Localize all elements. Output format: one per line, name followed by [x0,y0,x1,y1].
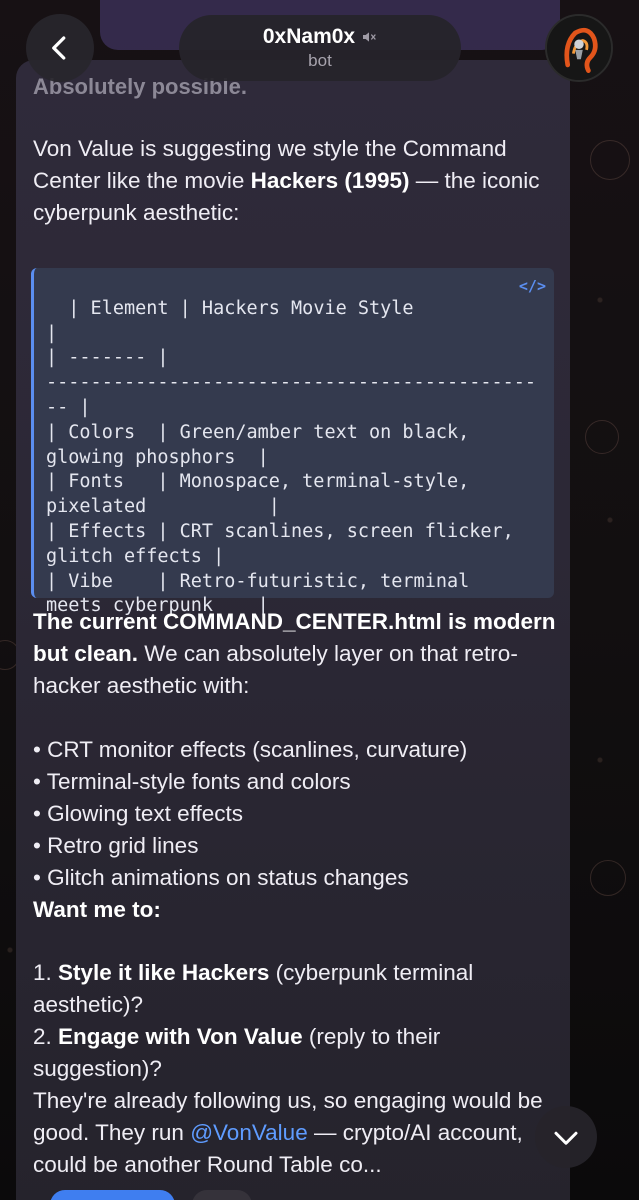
reply-button[interactable] [50,1190,175,1200]
closing-paragraph: They're already following us, so engagin… [33,1085,563,1181]
avatar[interactable] [545,14,613,82]
doodle-decoration [585,420,619,454]
back-button[interactable] [26,14,94,82]
message-paragraph-1: Von Value is suggesting we style the Com… [33,133,563,229]
option-bold: Style it like Hackers [58,960,270,985]
doodle-decoration [590,860,626,896]
chat-title[interactable]: 0xNam0x bot [179,15,461,81]
code-block[interactable]: </> | Element | Hackers Movie Style | | -… [31,268,554,616]
chevron-left-icon [52,36,66,60]
message-paragraph-2: The current COMMAND_CENTER.html is moder… [33,606,563,702]
speaker-muted-icon [363,32,376,42]
mention-link[interactable]: @VonValue [190,1120,308,1145]
option-item-2: 2. Engage with Von Value (reply to their… [33,1021,563,1085]
list-item: • Terminal-style fonts and colors [33,769,351,794]
option-bold: Engage with Von Value [58,1024,303,1049]
option-number: 2. [33,1024,59,1049]
option-item-1: 1. Style it like Hackers (cyberpunk term… [33,957,563,1021]
want-label-text: Want me to: [33,897,161,922]
list-item: • Glitch animations on status changes [33,865,409,890]
chat-subtitle: bot [308,51,332,70]
chat-name: 0xNam0x [262,25,356,48]
option-number: 1. [33,960,59,985]
list-item: • Retro grid lines [33,833,199,858]
code-copy-icon[interactable]: </> [519,274,546,299]
secondary-button[interactable] [192,1190,252,1200]
want-label: Want me to: [33,894,563,926]
code-text: | Element | Hackers Movie Style | | ----… [46,297,537,617]
chevron-down-icon [554,1131,578,1145]
list-item: • CRT monitor effects (scanlines, curvat… [33,737,468,762]
scroll-down-button[interactable] [535,1106,597,1168]
bot-avatar-icon [547,16,611,80]
list-item: • Glowing text effects [33,801,244,826]
option-list: 1. Style it like Hackers (cyberpunk term… [33,957,563,1085]
bullet-list: • CRT monitor effects (scanlines, curvat… [33,734,563,894]
para1-bold: Hackers (1995) [250,168,410,193]
doodle-decoration [590,140,630,180]
